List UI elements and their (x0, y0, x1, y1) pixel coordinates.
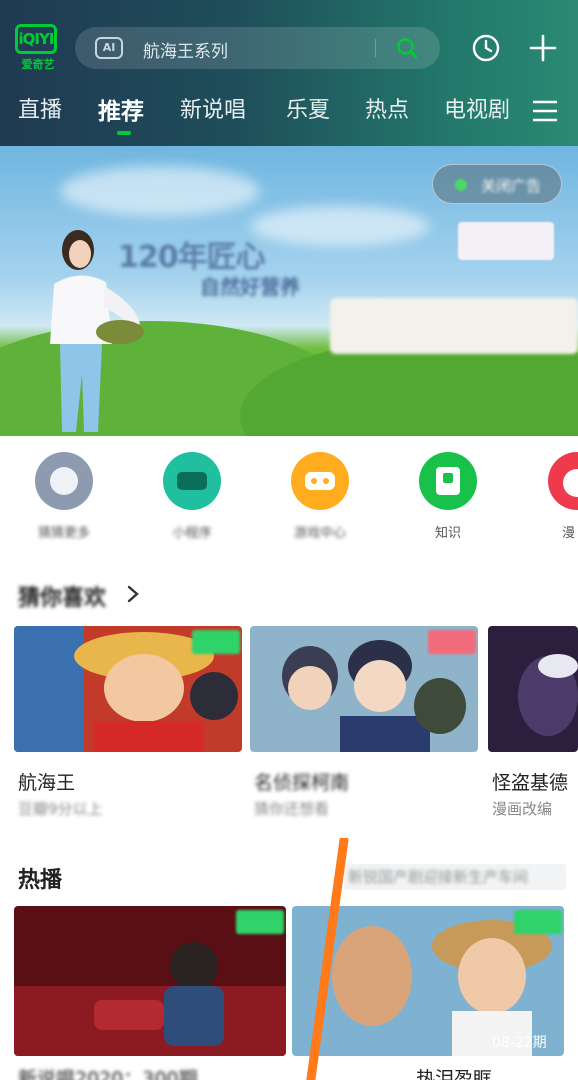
logo-text: 爱奇艺 (21, 58, 55, 71)
card-subtitle: 豆瓣9分以上 (18, 800, 103, 818)
tab-summer-band[interactable]: 乐夏 (286, 92, 330, 124)
vip-badge (514, 910, 562, 934)
shortcut-label: 知识 (434, 526, 461, 541)
top-header: iQIYI 爱奇艺 AI 航海王系列 直播 推荐 新说唱 乐夏 热点 电视剧 (0, 0, 578, 146)
chevron-right-icon[interactable] (126, 584, 140, 604)
search-placeholder[interactable]: 航海王系列 (143, 37, 228, 62)
card-subtitle: 猜你还想看 (254, 800, 330, 818)
close-ad-button[interactable]: 关闭广告 (432, 164, 562, 204)
tab-live[interactable]: 直播 (18, 92, 62, 124)
shortcut-knowledge[interactable]: 知识 (408, 452, 488, 541)
section-title-hot[interactable]: 热播 (18, 862, 62, 894)
card-title: 怪盗基德 (492, 772, 569, 794)
video-card-one-piece[interactable]: 航海王 豆瓣9分以上 (14, 626, 242, 818)
card-subtitle: 漫画改编 (492, 800, 553, 818)
tab-recommend[interactable]: 推荐 (98, 92, 144, 126)
vip-badge (236, 910, 284, 934)
tab-tv-series[interactable]: 电视剧 (444, 92, 510, 124)
shortcut-label: 漫 (562, 526, 576, 541)
banner-headline: 120年匠心 (118, 240, 266, 275)
ai-assistant-icon[interactable]: AI (95, 37, 123, 59)
hot-section-promo[interactable]: 新锐国产剧迎接新生产车间 (344, 864, 566, 890)
comics-icon (548, 452, 578, 510)
mini-program-icon (163, 452, 221, 510)
section-title-guess[interactable]: 猜你喜欢 (18, 580, 106, 612)
logo-mark: iQIYI (15, 24, 57, 54)
search-icon[interactable] (395, 36, 419, 60)
close-ad-label: 关闭广告 (481, 177, 542, 195)
banner-cloud (250, 206, 430, 246)
banner-products-image (330, 298, 578, 354)
active-tab-indicator (117, 131, 131, 135)
knowledge-icon (419, 452, 477, 510)
iqiyi-logo[interactable]: iQIYI 爱奇艺 (15, 24, 61, 72)
video-card-detective-conan[interactable]: 名侦探柯南 猜你还想看 (250, 626, 478, 818)
card-title: 名侦探柯南 (254, 772, 350, 794)
kaitou-kid-thumbnail (488, 626, 578, 752)
tab-new-rap[interactable]: 新说唱 (180, 92, 246, 124)
game-center-icon (291, 452, 349, 510)
channel-tabs: 直播 推荐 新说唱 乐夏 热点 电视剧 (0, 92, 578, 132)
banner-subline: 自然好营养 (200, 275, 300, 299)
ad-dot-icon (455, 179, 467, 191)
history-icon[interactable] (471, 33, 501, 63)
card-title: 航海王 (18, 772, 76, 794)
shortcut-mini-program[interactable]: 小程序 (152, 452, 232, 541)
exclusive-badge (428, 630, 476, 654)
search-divider (375, 39, 376, 57)
vip-badge (192, 630, 240, 654)
hot-section-promo-text: 新锐国产剧迎接新生产车间 (348, 868, 529, 886)
video-card-kaitou-kid[interactable]: 怪盗基德 漫画改编 (488, 626, 578, 818)
drawn-orange-stroke (306, 838, 349, 1080)
card-title: 新说唱2020：300期 (18, 1068, 198, 1080)
episode-label: 08-22期 (492, 1035, 547, 1051)
menu-icon[interactable] (532, 99, 558, 123)
plus-icon[interactable] (528, 33, 558, 63)
brand-logo (458, 222, 554, 260)
shortcut-more-icon (35, 452, 93, 510)
shortcut-label: 猜猜更多 (37, 526, 90, 541)
banner-cloud (60, 166, 260, 216)
search-bar[interactable]: AI 航海王系列 (75, 27, 440, 69)
card-title: 热泪盈眶 (416, 1068, 493, 1080)
video-card-new-rap[interactable]: 新说唱2020：300期 (14, 906, 286, 1080)
shortcut-label: 游戏中心 (293, 526, 346, 541)
ad-banner[interactable]: 120年匠心 自然好营养 关闭广告 (0, 146, 578, 436)
tab-hot[interactable]: 热点 (365, 92, 409, 124)
shortcut-comics[interactable]: 漫 (532, 452, 578, 541)
shortcut-label: 小程序 (172, 526, 212, 541)
shortcut-more[interactable]: 猜猜更多 (24, 452, 104, 541)
shortcut-game-center[interactable]: 游戏中心 (280, 452, 360, 541)
